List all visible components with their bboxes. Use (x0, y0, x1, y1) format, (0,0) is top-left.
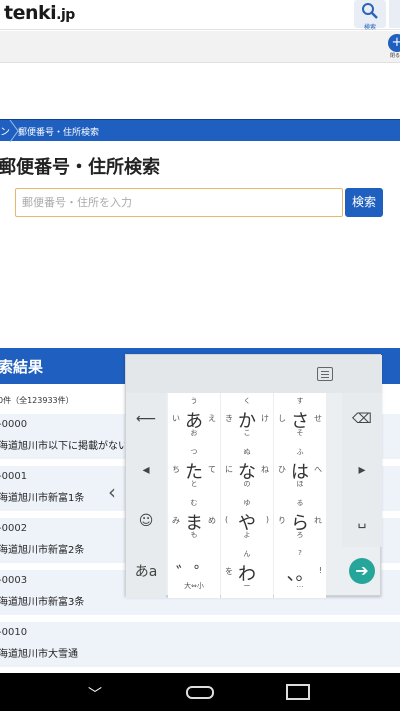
key-bottom-char: と (190, 480, 198, 488)
key-left-char: し (278, 414, 286, 423)
breadcrumb-current: 郵便番号・住所検索 (18, 128, 100, 138)
keyboard-side-left-key[interactable]: ◂ (126, 444, 166, 496)
keyboard-side-right-key[interactable]: ▸ (342, 444, 382, 496)
page-title: 郵便番号・住所検索 (0, 157, 160, 178)
key-bottom-char: お (190, 429, 198, 437)
key-left-char: ひ (278, 465, 286, 474)
key-left-char: い (172, 414, 180, 423)
keyboard-menu-icon[interactable] (317, 367, 333, 381)
key-right-char: え (208, 414, 216, 423)
key-right-char: ) (265, 515, 269, 524)
keyboard-toolbar (126, 355, 382, 393)
key-top-char: ゆ (243, 499, 251, 507)
key-top-char: ? (298, 549, 302, 557)
keyboard-key[interactable]: わんーを (221, 546, 273, 598)
breadcrumb: ン 郵便番号・住所検索 (0, 119, 400, 142)
key-left-char: ち (172, 465, 180, 474)
keyboard-key[interactable]: かくこきけ (221, 393, 273, 445)
key-left-char: を (225, 567, 233, 576)
nav-recents-icon[interactable] (286, 684, 310, 700)
postal-code: -0001 (0, 471, 28, 482)
key-left-char: り (278, 516, 286, 525)
chevron-left-icon[interactable]: ‹ (108, 480, 116, 504)
key-left-char: ( (225, 515, 229, 524)
key-top-char: く (243, 397, 251, 405)
keyboard-key[interactable]: たつとちて (168, 444, 220, 496)
search-button-label: 検索 (363, 24, 376, 31)
key-right-char: め (208, 516, 216, 525)
key-top-char: む (190, 499, 198, 507)
address[interactable]: 海道旭川市以下に掲載がない (0, 437, 128, 452)
key-right-char: て (208, 465, 216, 474)
postal-code: -0010 (0, 627, 28, 638)
search-input[interactable] (15, 188, 343, 217)
nav-home-icon[interactable] (186, 686, 214, 699)
key-top-char: う (190, 397, 198, 405)
close-circle-icon[interactable]: + (388, 34, 400, 52)
key-right-char: け (261, 414, 269, 423)
address[interactable]: 海道旭川市新富3条 (0, 593, 84, 608)
key-right-char: せ (314, 414, 322, 423)
key-left-char: き (225, 414, 233, 423)
tenki-logo[interactable]: tenki.jp (4, 2, 75, 24)
key-top-char: ぬ (243, 448, 251, 456)
keyboard-side-left-key[interactable]: ☺123 (126, 495, 166, 581)
key-bottom-char: ほ (296, 480, 304, 488)
keyboard-side-left-key[interactable]: ⟵ (126, 393, 166, 445)
key-left-char: み (172, 516, 180, 525)
key-bottom-char: も (190, 531, 198, 539)
postal-code: -0003 (0, 575, 28, 586)
key-bottom-char: そ (296, 429, 304, 437)
key-bottom-char: ろ (296, 531, 304, 539)
postal-code: -0002 (0, 523, 28, 534)
header-search-button[interactable]: 検索 (354, 0, 386, 31)
key-top-char: す (296, 397, 304, 405)
header-menu-button[interactable] (389, 0, 400, 28)
sub-bar (0, 31, 400, 63)
keyboard-key[interactable]: さすそしせ (274, 393, 326, 445)
key-bottom-char: 大⇔小 (184, 582, 204, 590)
key-bottom-char: こ (243, 429, 251, 437)
enter-arrow-icon[interactable]: ➔ (349, 558, 375, 584)
keyboard-side-left-key[interactable]: あa (126, 546, 166, 598)
search-submit-button[interactable]: 検索 (345, 188, 383, 217)
key-top-char: つ (190, 448, 198, 456)
keyboard-side-right-key[interactable]: ␣ (342, 495, 382, 547)
close-label: 閉る (390, 53, 400, 59)
keyboard-key[interactable]: まむもみめ (168, 495, 220, 547)
key-top-char: る (296, 499, 304, 507)
keyboard-key[interactable]: やゆよ() (221, 495, 273, 547)
results-count: 0件（全123933件） (0, 396, 74, 405)
keyboard-key[interactable]: なぬのにね (221, 444, 273, 496)
postal-code: -0000 (0, 419, 28, 430)
address[interactable]: 海道旭川市新富1条 (0, 489, 84, 504)
address[interactable]: 海道旭川市大雪通 (0, 645, 78, 660)
key-top-char: ん (243, 550, 251, 558)
search-icon (362, 3, 378, 19)
key-bottom-char: … (296, 581, 304, 589)
key-right-char: れ (314, 516, 322, 525)
keyboard-keys: ⟵あうおいえかくこきけさすそしせ⌫◂たつとちてなぬのにねはふほひへ▸☺123まむ… (126, 393, 382, 598)
key-bottom-char: の (243, 480, 251, 488)
results-title: 索結果 (0, 358, 44, 376)
address[interactable]: 海道旭川市新富2条 (0, 541, 84, 556)
key-bottom-char: よ (243, 531, 251, 539)
key-right-char: ! (318, 566, 322, 575)
keyboard-key[interactable]: あうおいえ (168, 393, 220, 445)
keyboard-key[interactable]: らるろりれ (274, 495, 326, 547)
result-row[interactable]: -0010 海道旭川市大雪通 (0, 622, 400, 668)
key-right-char: ね (261, 465, 269, 474)
key-right-char: へ (314, 465, 322, 474)
key-top-char: ふ (296, 448, 304, 456)
keyboard-side-right-key[interactable]: ⌫ (342, 393, 382, 445)
key-left-char: に (225, 465, 233, 474)
keyboard-key[interactable]: はふほひへ (274, 444, 326, 496)
flick-keyboard: ⟵あうおいえかくこきけさすそしせ⌫◂たつとちてなぬのにねはふほひへ▸☺123まむ… (125, 354, 382, 598)
nav-back-icon[interactable]: ﹀ (88, 684, 102, 704)
key-bottom-char: ー (243, 582, 251, 590)
keyboard-key[interactable]: ゛゜ 大⇔小 (168, 546, 220, 598)
keyboard-key[interactable]: 、。?…! (274, 546, 326, 598)
